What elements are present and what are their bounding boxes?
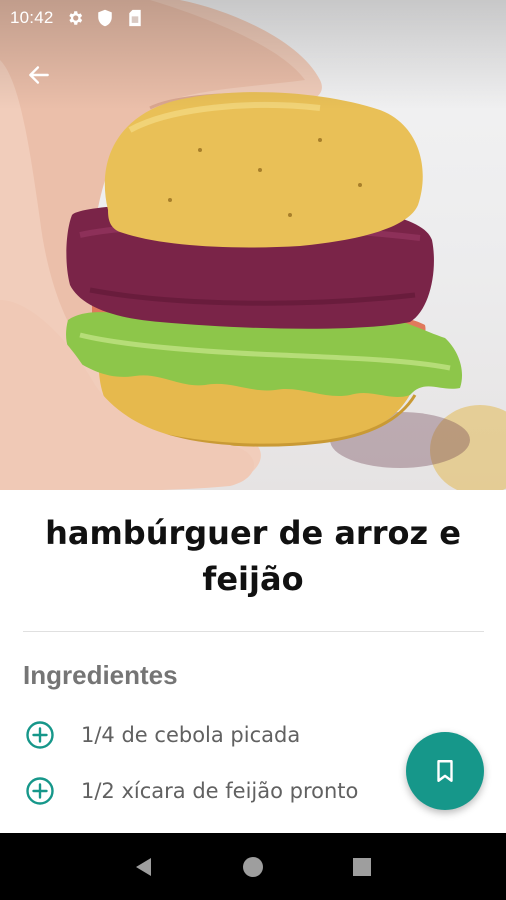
home-circle-icon [242, 856, 263, 877]
arrow-left-icon [29, 66, 49, 84]
divider [23, 631, 484, 632]
system-nav-bar [0, 833, 506, 900]
sim-card-icon [126, 9, 144, 27]
recents-square-icon [352, 857, 371, 876]
ingredient-text: 1/2 xícara de feijão pronto [81, 779, 359, 803]
add-circle-icon [26, 777, 54, 805]
status-bar: 10:42 [0, 0, 506, 36]
ingredient-item: 1/4 de cebola picada [23, 718, 300, 752]
recipe-hero-image [0, 0, 506, 490]
back-triangle-icon [136, 857, 152, 876]
add-ingredient-button[interactable] [23, 774, 57, 808]
nav-recents-button[interactable] [340, 845, 384, 889]
nav-back-button[interactable] [122, 845, 166, 889]
shield-icon [96, 9, 114, 27]
burger-illustration [0, 0, 506, 490]
back-button[interactable] [16, 52, 62, 98]
status-time: 10:42 [10, 8, 54, 27]
add-ingredient-button[interactable] [23, 718, 57, 752]
add-circle-icon [26, 721, 54, 749]
ingredient-text: 1/4 de cebola picada [81, 723, 301, 747]
ingredient-item: 1/2 xícara de feijão pronto [23, 774, 358, 808]
recipe-title: hambúrguer de arroz e feijão [45, 514, 461, 598]
nav-home-button[interactable] [231, 845, 275, 889]
save-recipe-button[interactable] [406, 732, 484, 810]
settings-icon [66, 9, 84, 27]
ingredients-heading: Ingredientes [23, 660, 178, 690]
bookmark-icon [437, 760, 453, 782]
